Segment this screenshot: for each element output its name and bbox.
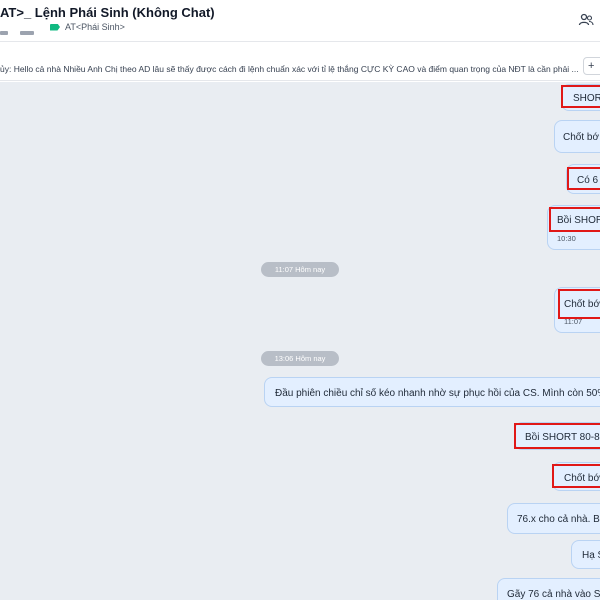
message-bubble[interactable]: Gãy 76 cả nhà vào SH [497, 578, 600, 600]
avatar[interactable] [20, 31, 34, 35]
highlight-box [552, 464, 600, 488]
message-time: 10:30 [557, 234, 576, 243]
highlight-box [558, 289, 600, 319]
category-tag[interactable]: AT<Phái Sinh> [50, 22, 125, 32]
message-list[interactable]: SHOR Chốt bớ Có 6 Bồi SHORT 10:30 Chốt b… [0, 82, 600, 600]
message-text: Đầu phiên chiều chỉ số kéo nhanh nhờ sự … [275, 388, 600, 399]
highlight-box [514, 423, 600, 449]
message-bubble[interactable]: Đầu phiên chiều chỉ số kéo nhanh nhờ sự … [264, 377, 600, 407]
message-bubble[interactable]: 76.x cho cả nhà. Bất [507, 503, 600, 534]
highlight-box [567, 167, 600, 190]
highlight-box [549, 207, 600, 232]
tag-icon [50, 23, 60, 31]
date-separator: 11:07 Hôm nay [261, 262, 339, 277]
message-text: Gãy 76 cả nhà vào SH [507, 589, 600, 600]
date-separator: 13:06 Hôm nay [261, 351, 339, 366]
conversation-title[interactable]: AT>_ Lệnh Phái Sinh (Không Chat) [0, 5, 215, 20]
tag-label: AT<Phái Sinh> [65, 22, 125, 32]
message-text: Hạ S [582, 550, 600, 561]
member-avatars[interactable] [0, 31, 34, 35]
message-bubble[interactable]: Chốt bớ [554, 120, 600, 153]
members-icon[interactable] [578, 12, 594, 28]
pinned-message-text: ủy: Hello cả nhà Nhiều Anh Chị theo AD l… [0, 64, 578, 74]
message-text: Chốt bớ [563, 132, 600, 143]
pinned-message-bar[interactable]: ủy: Hello cả nhà Nhiều Anh Chị theo AD l… [0, 57, 600, 81]
message-text: 76.x cho cả nhà. Bất [517, 514, 600, 525]
pinned-expand-button[interactable]: + [583, 57, 600, 75]
message-bubble[interactable]: Hạ S [571, 540, 600, 569]
highlight-box [561, 85, 600, 108]
chat-header: AT>_ Lệnh Phái Sinh (Không Chat) AT<Phái… [0, 0, 600, 42]
avatar[interactable] [0, 31, 8, 35]
